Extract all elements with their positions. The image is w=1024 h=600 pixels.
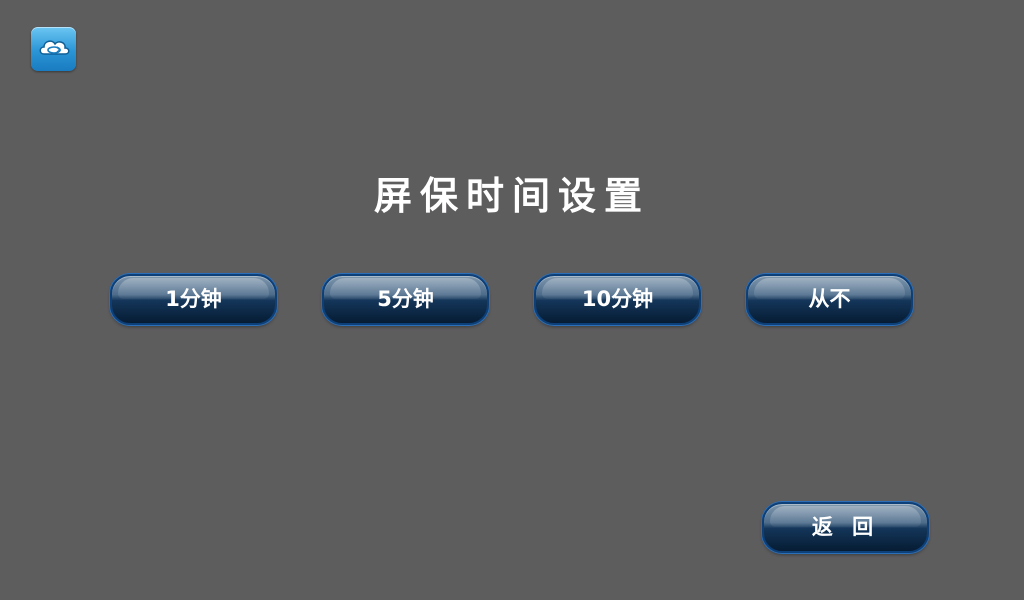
cloud-sync-icon <box>39 40 70 55</box>
option-5-minutes-label: 5分钟 <box>377 287 434 311</box>
option-1-minute-label: 1分钟 <box>165 287 222 311</box>
back-button[interactable]: 返 回 <box>762 502 929 553</box>
option-never-label: 从不 <box>808 287 851 311</box>
option-10-minutes-button[interactable]: 10分钟 <box>534 274 701 325</box>
option-1-minute-button[interactable]: 1分钟 <box>110 274 277 325</box>
option-5-minutes-button[interactable]: 5分钟 <box>322 274 489 325</box>
option-10-minutes-label: 10分钟 <box>581 287 654 311</box>
option-never-button[interactable]: 从不 <box>746 274 913 325</box>
page-title: 屏保时间设置 <box>373 173 650 218</box>
app-cloud-icon[interactable] <box>31 27 76 71</box>
back-button-label: 返 回 <box>811 515 880 539</box>
